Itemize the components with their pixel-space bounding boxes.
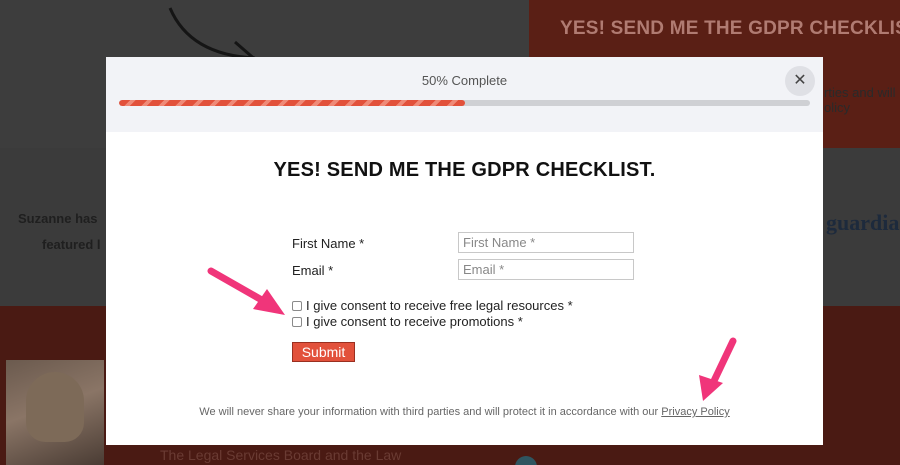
modal-header: 50% Complete ✕ [106,57,823,132]
privacy-notice: We will never share your information wit… [106,406,823,418]
consent-resources-row[interactable]: I give consent to receive free legal res… [292,298,573,313]
progress-bar [119,100,810,106]
email-input[interactable] [458,259,634,280]
annotation-arrow-checkboxes [207,267,285,315]
first-name-input[interactable] [458,232,634,253]
consent-promotions-row[interactable]: I give consent to receive promotions * [292,314,523,329]
privacy-notice-text: We will never share your information wit… [199,406,662,418]
progress-label: 50% Complete [421,73,508,88]
close-button[interactable]: ✕ [785,66,815,96]
privacy-policy-link[interactable]: Privacy Policy [661,406,729,418]
first-name-label: First Name * [292,236,365,251]
progress-bar-fill [119,100,465,106]
background-bottom-text: The Legal Services Board and the Law [160,447,402,463]
background-heading: YES! SEND ME THE GDPR CHECKLIST [560,18,900,39]
close-icon: ✕ [793,72,807,89]
background-right-text: rties and will olicy [824,85,896,115]
annotation-arrow-privacy [699,337,737,401]
consent-promotions-label: I give consent to receive promotions * [306,314,523,329]
modal-title: YES! SEND ME THE GDPR CHECKLIST. [273,159,656,181]
guardian-logo: guardia [826,210,900,235]
consent-resources-label: I give consent to receive free legal res… [306,298,573,313]
profile-photo-portrait [26,372,84,442]
submit-button[interactable]: Submit [292,342,355,362]
email-label: Email * [292,263,334,278]
background-featured-text: Suzanne has featured l [18,211,101,252]
